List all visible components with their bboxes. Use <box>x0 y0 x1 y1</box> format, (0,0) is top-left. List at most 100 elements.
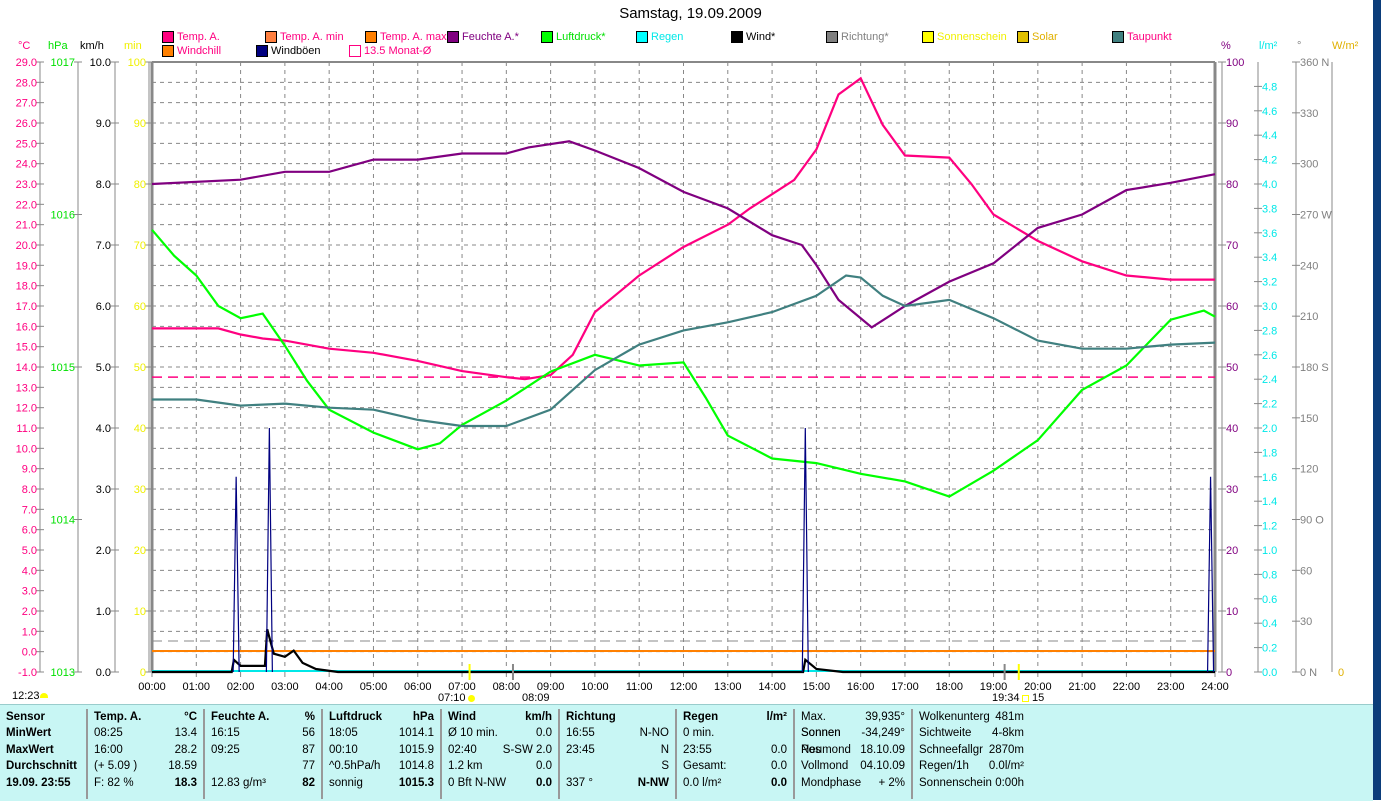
rain-tick-label: 0.4 <box>1262 618 1277 630</box>
stats-section: Feuchte A.% 16:15 56 09:25 87 77 12.83 g/m³ 82 <box>205 709 323 799</box>
sunset-suffix-label: 15 <box>1032 692 1045 704</box>
stats-value: N <box>660 743 669 756</box>
rain-tick-label: 3.2 <box>1262 277 1277 289</box>
stats-label: F: 82 % <box>94 776 134 789</box>
humidity-tick-label: 10 <box>1226 606 1238 618</box>
temp-tick-label: 2.0 <box>22 606 37 618</box>
stats-value: 0.0l/m² <box>988 760 1024 773</box>
stats-row: Feuchte A.% <box>211 709 315 725</box>
stats-row: Wind km/h <box>448 709 552 725</box>
rain-tick-label: 1.8 <box>1262 447 1277 459</box>
stats-label: 02:40 <box>448 743 477 756</box>
solar-tick-label: 0 <box>1338 667 1344 679</box>
temp-tick-label: 22.0 <box>16 199 37 211</box>
stats-label: 08:25 <box>94 727 123 740</box>
stats-label: ^0.5hPa/h <box>329 760 381 773</box>
temp-tick-label: 11.0 <box>16 423 37 435</box>
x-tick-label: 13:00 <box>714 681 742 693</box>
stats-row: 0 min. <box>683 725 787 741</box>
sunrise-icon <box>468 695 475 702</box>
stats-value: l/m² <box>766 711 787 723</box>
stats-row: 337 ° N-NW <box>566 775 669 791</box>
x-tick-label: 18:00 <box>935 681 963 693</box>
desktop-edge <box>1373 0 1381 800</box>
direction-tick-label: 210 <box>1300 311 1318 323</box>
stats-row: Ø 10 min. 0.0 <box>448 725 552 741</box>
stats-row: Durchschnitt <box>6 758 80 774</box>
x-tick-label: 16:00 <box>847 681 875 693</box>
direction-tick-label: 300 <box>1300 159 1318 171</box>
x-tick-label: 24:00 <box>1201 681 1229 693</box>
temp-tick-label: 27.0 <box>16 98 37 110</box>
temp-tick-label: 15.0 <box>16 342 37 354</box>
stats-row: 16:55 N-NO <box>566 725 669 741</box>
rain-tick-label: 0.8 <box>1262 569 1277 581</box>
wind-tick-label: 0.0 <box>96 667 111 679</box>
humidity-tick-label: 80 <box>1226 179 1238 191</box>
stats-row: 1.2 km 0.0 <box>448 758 552 774</box>
rain-tick-label: 4.0 <box>1262 179 1277 191</box>
stats-value: 0.0 <box>771 776 787 789</box>
pressure-tick-label: 1015 <box>51 362 75 374</box>
stats-row: Neumond 18.10.09 <box>801 742 905 758</box>
humidity-tick-label: 60 <box>1226 301 1238 313</box>
min-tick-label: 50 <box>134 362 146 374</box>
stats-value: 0.0 <box>771 760 787 773</box>
rain-tick-label: 1.0 <box>1262 545 1277 557</box>
stats-value: 77 <box>302 760 315 773</box>
stats-label: Feuchte A. <box>211 711 270 723</box>
wind-tick-label: 6.0 <box>96 301 111 313</box>
rain-tick-label: 0.0 <box>1262 667 1277 679</box>
stats-label: Luftdruck <box>329 711 383 723</box>
temp-tick-label: 5.0 <box>22 545 37 557</box>
stats-row: 18:05 1014.1 <box>329 725 434 741</box>
stats-value: 18.10.09 <box>860 743 905 756</box>
stats-row: Sonnen Pos -34,249° <box>801 725 905 756</box>
x-tick-label: 21:00 <box>1068 681 1096 693</box>
rain-tick-label: 2.4 <box>1262 374 1277 386</box>
stats-label: Wind <box>448 711 476 723</box>
sunrise-label: 07:10 <box>438 692 466 704</box>
stats-label: 23:45 <box>566 743 595 756</box>
stats-value: 0.0 <box>536 727 552 740</box>
wind-tick-label: 4.0 <box>96 423 111 435</box>
stats-value: N-NW <box>637 776 669 789</box>
stats-value: 18.3 <box>174 776 197 789</box>
temp-tick-label: 6.0 <box>22 525 37 537</box>
stats-value: N-NO <box>639 727 669 740</box>
stats-label: Regen/1h <box>919 760 969 773</box>
stats-value: + 2% <box>878 776 905 789</box>
rain-tick-label: 4.8 <box>1262 81 1277 93</box>
stats-row: Sichtweite 4-8km <box>919 725 1024 741</box>
rain-tick-label: 3.8 <box>1262 203 1277 215</box>
stats-row: Mondphase + 2% <box>801 775 905 791</box>
x-tick-label: 06:00 <box>404 681 432 693</box>
temp-tick-label: 17.0 <box>16 301 37 313</box>
stats-label: Max. Sonnen <box>801 711 841 740</box>
stats-value: 0.0 <box>536 776 552 789</box>
rain-tick-label: 2.0 <box>1262 423 1277 435</box>
stats-value: 1015.9 <box>398 743 434 756</box>
stats-value: 39,935° <box>865 711 905 723</box>
stats-row: 12.83 g/m³ 82 <box>211 775 315 791</box>
temp-tick-label: 25.0 <box>16 138 37 150</box>
temp-tick-label: 29.0 <box>16 57 37 69</box>
stats-label: Sonnen Pos <box>801 727 841 756</box>
temp-tick-label: 23.0 <box>16 179 37 191</box>
stats-row: 0.0 l/m² 0.0 <box>683 775 787 791</box>
humidity-tick-label: 20 <box>1226 545 1238 557</box>
rain-tick-label: 4.2 <box>1262 155 1277 167</box>
stats-value: 18.59 <box>168 760 197 773</box>
stats-value: % <box>304 711 315 723</box>
temp-tick-label: 14.0 <box>16 362 37 374</box>
stats-value: 04.10.09 <box>860 760 905 773</box>
stats-label: 09:25 <box>211 743 240 756</box>
direction-tick-label: 330 <box>1300 108 1318 120</box>
min-tick-label: 70 <box>134 240 146 252</box>
stats-row: Regen l/m² <box>683 709 787 725</box>
wind-tick-label: 8.0 <box>96 179 111 191</box>
stats-row: Regen/1h 0.0l/m² <box>919 758 1024 774</box>
stats-row: 23:45 N <box>566 742 669 758</box>
temp-tick-label: 8.0 <box>22 484 37 496</box>
x-tick-label: 00:00 <box>138 681 166 693</box>
